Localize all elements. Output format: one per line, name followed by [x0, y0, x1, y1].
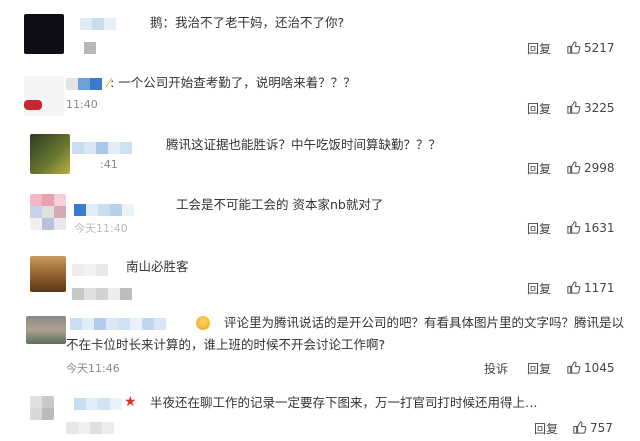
like-count: 3225	[584, 100, 615, 115]
comment-item: ★ 半夜还在聊工作的记录一定要存下图来，万一打官司打时候还用得上… 回复 757	[0, 384, 640, 441]
thumbs-up-icon	[567, 221, 581, 234]
comment-item: 评论里为腾讯说话的是开公司的吧？有看具体图片里的文字吗？腾讯是以不在卡位时长来计…	[0, 308, 640, 380]
username-mosaic	[74, 204, 134, 216]
like-button[interactable]: 5217	[566, 40, 615, 55]
username-mosaic	[66, 78, 102, 90]
reply-button[interactable]: 回复	[527, 220, 551, 237]
comment-item: 工会是不可能工会的 资本家nb就对了 今天11:40 回复 1631	[0, 186, 640, 246]
comment-text: ⁄: 一个公司开始查考勤了，说明啥来着？？？	[108, 75, 356, 90]
like-count: 5217	[584, 40, 615, 55]
like-count: 1045	[584, 360, 615, 375]
comment-item: 腾讯这证据也能胜诉？中午吃饭时间算缺勤？？？ :41 回复 2998	[0, 126, 640, 184]
username-mosaic	[74, 398, 122, 410]
like-button[interactable]: 3225	[566, 100, 615, 115]
avatar[interactable]	[26, 316, 66, 344]
reply-button[interactable]: 回复	[527, 100, 551, 117]
timestamp: :41	[100, 158, 118, 171]
thumbs-up-icon	[567, 361, 581, 374]
avatar[interactable]	[30, 256, 66, 292]
avatar[interactable]	[30, 396, 54, 420]
avatar[interactable]	[30, 134, 70, 174]
username-mosaic	[72, 288, 132, 300]
thumbs-up-icon	[567, 281, 581, 294]
username-mosaic	[80, 18, 116, 30]
like-button[interactable]: 2998	[566, 160, 615, 175]
star-icon: ★	[124, 394, 137, 410]
comment-item: 南山必胜客 回复 1171	[0, 248, 640, 306]
username-mosaic	[84, 42, 96, 54]
like-button[interactable]: 1171	[566, 280, 615, 295]
thumbs-up-icon	[567, 41, 581, 54]
reply-button[interactable]: 回复	[527, 280, 551, 297]
reply-button[interactable]: 回复	[534, 420, 558, 437]
timestamp: 今天11:40	[74, 222, 128, 235]
thumbs-up-icon	[567, 161, 581, 174]
comment-text: 南山必胜客	[126, 259, 189, 274]
reply-button[interactable]: 回复	[527, 40, 551, 57]
thumbs-up-icon	[567, 101, 581, 114]
reply-button[interactable]: 回复	[527, 160, 551, 177]
username-mosaic	[72, 142, 132, 154]
like-button[interactable]: 757	[572, 420, 613, 435]
timestamp-mosaic	[66, 422, 114, 434]
avatar[interactable]	[24, 14, 64, 54]
comment-text: 鹅：我治不了老干妈，还治不了你?	[150, 15, 345, 30]
timestamp: 11:40	[66, 98, 98, 111]
comment-item: 鹅：我治不了老干妈，还治不了你? 回复 5217	[0, 0, 640, 64]
comment-item: ⁄: 一个公司开始查考勤了，说明啥来着？？？ 11:40 回复 3225	[0, 66, 640, 124]
like-count: 2998	[584, 160, 615, 175]
comment-text: 腾讯这证据也能胜诉？中午吃饭时间算缺勤？？？	[166, 137, 442, 152]
like-count: 757	[590, 420, 613, 435]
timestamp: 今天11:46	[66, 362, 120, 375]
like-count: 1171	[584, 280, 615, 295]
username-mosaic	[72, 264, 108, 276]
comment-text: 工会是不可能工会的 资本家nb就对了	[176, 197, 384, 212]
comment-text: 半夜还在聊工作的记录一定要存下图来，万一打官司打时候还用得上…	[150, 395, 538, 410]
like-button[interactable]: 1631	[566, 220, 615, 235]
avatar[interactable]	[24, 76, 64, 116]
like-button[interactable]: 1045	[566, 360, 615, 375]
thumbs-up-icon	[573, 421, 587, 434]
report-button[interactable]: 投诉	[484, 360, 508, 377]
like-count: 1631	[584, 220, 615, 235]
comment-text: 评论里为腾讯说话的是开公司的吧？有看具体图片里的文字吗？腾讯是以不在卡位时长来计…	[66, 315, 625, 352]
avatar[interactable]	[30, 194, 66, 230]
reply-button[interactable]: 回复	[527, 360, 551, 377]
